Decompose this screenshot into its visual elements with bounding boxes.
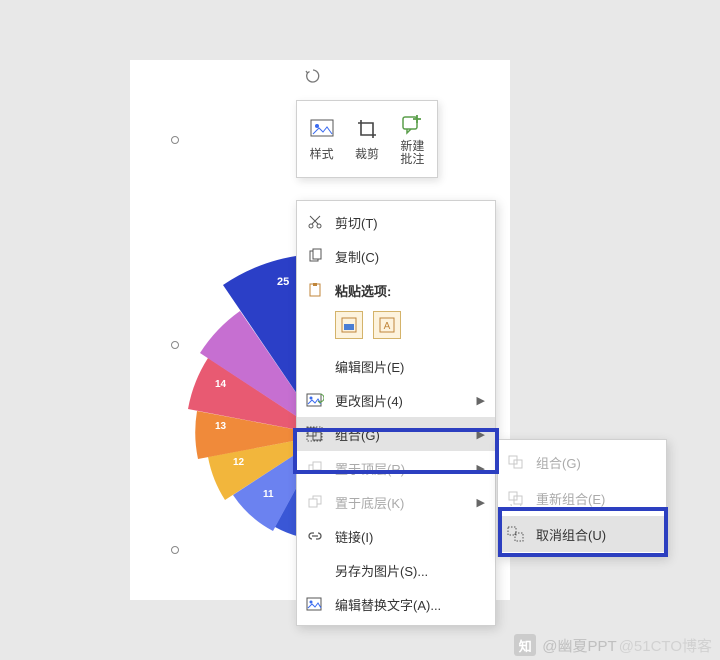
chevron-right-icon: ▶ <box>477 462 485 475</box>
link-icon <box>305 526 325 546</box>
resize-handle[interactable] <box>171 546 179 554</box>
svg-text:A: A <box>384 321 391 332</box>
menu-label: 编辑图片(E) <box>335 357 485 376</box>
menu-label: 更改图片(4) <box>335 391 467 410</box>
paste-option-text[interactable]: A <box>373 311 401 339</box>
paste-option-picture[interactable] <box>335 311 363 339</box>
bring-front-icon <box>305 458 325 478</box>
watermark-text: @幽夏PPT <box>542 635 616 656</box>
zhihu-logo-icon: 知 <box>514 634 536 656</box>
menu-label: 复制(C) <box>335 247 485 266</box>
scissors-icon <box>305 212 325 232</box>
new-comment-button[interactable]: 新建 批注 <box>394 108 430 170</box>
menu-label: 置于顶层(R) <box>335 459 467 478</box>
picture-style-icon <box>310 117 334 141</box>
clipboard-icon <box>305 280 325 300</box>
menu-label: 置于底层(K) <box>335 493 467 512</box>
menu-change-picture[interactable]: 更改图片(4) ▶ <box>297 383 495 417</box>
crop-button[interactable]: 裁剪 <box>349 113 385 166</box>
menu-save-as-picture[interactable]: 另存为图片(S)... <box>297 553 495 587</box>
regroup-icon <box>506 488 526 508</box>
menu-alt-text[interactable]: 编辑替换文字(A)... <box>297 587 495 621</box>
mini-toolbar: 样式 裁剪 新建 批注 <box>296 100 438 178</box>
watermark-text: @51CTO博客 <box>619 635 712 656</box>
menu-paste-header: 粘贴选项: <box>297 273 495 307</box>
change-picture-icon <box>305 390 325 410</box>
new-comment-icon <box>400 112 424 136</box>
menu-label: 另存为图片(S)... <box>335 561 485 580</box>
menu-label: 重新组合(E) <box>536 489 656 508</box>
menu-edit-picture[interactable]: 编辑图片(E) <box>297 349 495 383</box>
new-comment-label: 新建 批注 <box>400 140 424 166</box>
group-submenu: 组合(G) 重新组合(E) 取消组合(U) <box>497 439 667 557</box>
chevron-right-icon: ▶ <box>477 428 485 441</box>
menu-label: 链接(I) <box>335 527 485 546</box>
paste-options-row: A <box>297 307 495 349</box>
menu-label: 组合(G) <box>536 453 656 472</box>
chevron-right-icon: ▶ <box>477 394 485 407</box>
menu-label: 剪切(T) <box>335 213 485 232</box>
menu-bring-front[interactable]: 置于顶层(R) ▶ <box>297 451 495 485</box>
menu-copy[interactable]: 复制(C) <box>297 239 495 273</box>
menu-group[interactable]: 组合(G) ▶ <box>297 417 495 451</box>
menu-link[interactable]: 链接(I) <box>297 519 495 553</box>
copy-icon <box>305 246 325 266</box>
style-button[interactable]: 样式 <box>304 113 340 166</box>
crop-icon <box>355 117 379 141</box>
submenu-ungroup[interactable]: 取消组合(U) <box>498 516 666 552</box>
chevron-right-icon: ▶ <box>477 496 485 509</box>
menu-send-back[interactable]: 置于底层(K) ▶ <box>297 485 495 519</box>
send-back-icon <box>305 492 325 512</box>
blank-icon <box>305 356 325 376</box>
menu-label: 编辑替换文字(A)... <box>335 595 485 614</box>
menu-label: 取消组合(U) <box>536 525 656 544</box>
resize-handle[interactable] <box>171 341 179 349</box>
submenu-group[interactable]: 组合(G) <box>498 444 666 480</box>
rotate-handle[interactable] <box>305 68 321 84</box>
watermark: 知 @幽夏PPT @51CTO博客 <box>514 634 712 656</box>
submenu-regroup[interactable]: 重新组合(E) <box>498 480 666 516</box>
crop-label: 裁剪 <box>355 145 379 162</box>
menu-label: 组合(G) <box>335 425 467 444</box>
alt-text-icon <box>305 594 325 614</box>
style-label: 样式 <box>310 145 334 162</box>
context-menu: 剪切(T) 复制(C) 粘贴选项: A 编辑图片(E) 更改图片(4) ▶ 组合… <box>296 200 496 626</box>
group-icon <box>506 452 526 472</box>
ungroup-icon <box>506 524 526 544</box>
menu-cut[interactable]: 剪切(T) <box>297 205 495 239</box>
group-icon <box>305 424 325 444</box>
menu-label: 粘贴选项: <box>335 281 485 300</box>
resize-handle[interactable] <box>171 136 179 144</box>
blank-icon <box>305 560 325 580</box>
